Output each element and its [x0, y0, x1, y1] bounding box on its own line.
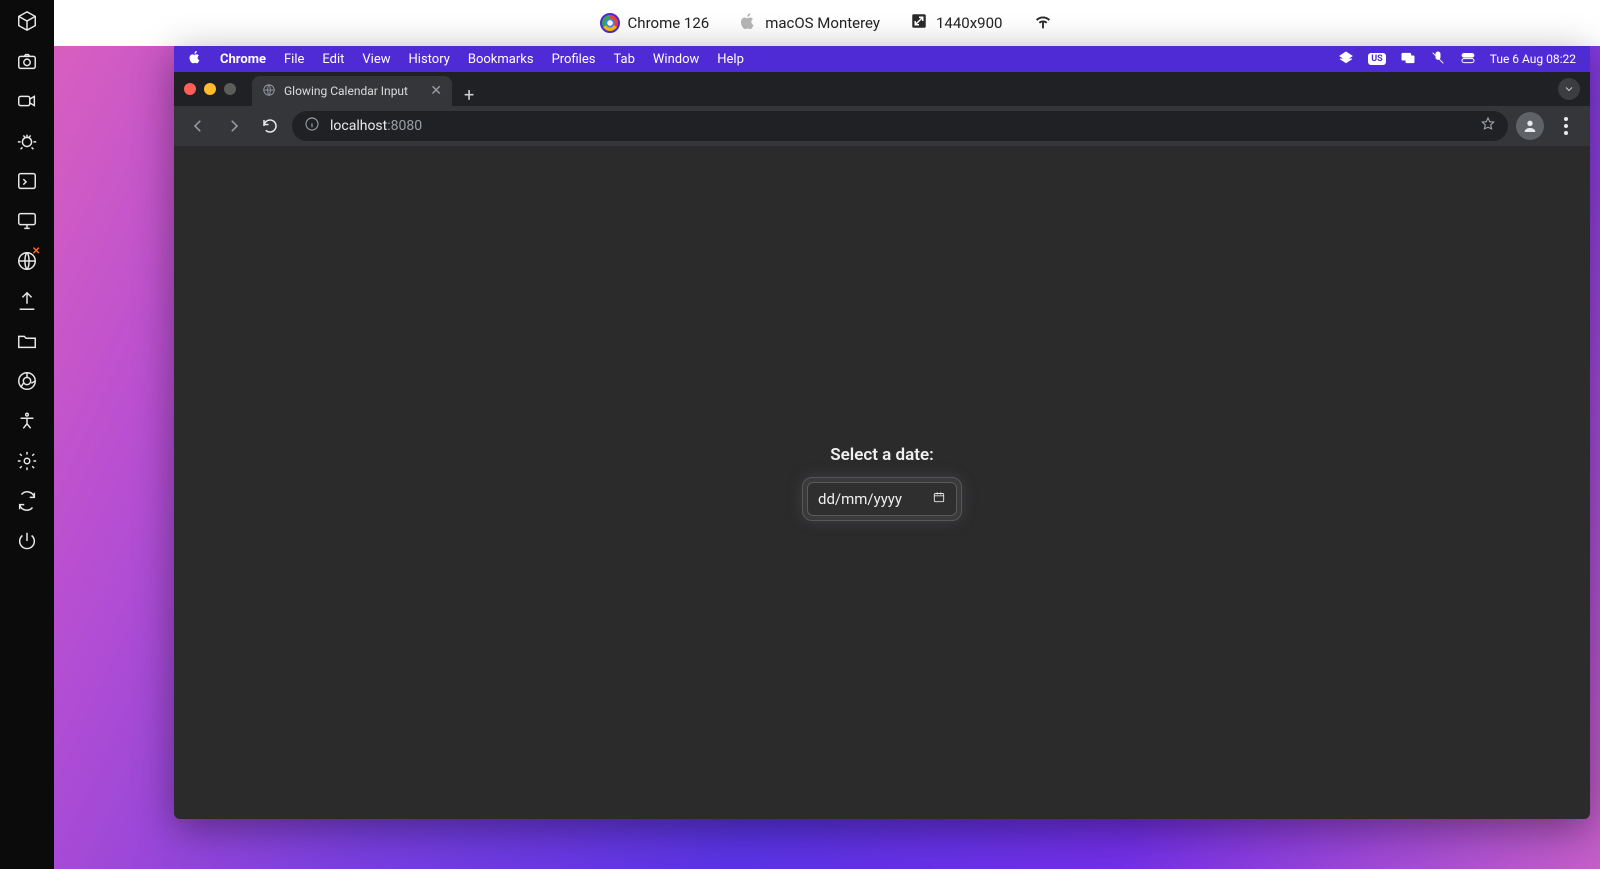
menu-help[interactable]: Help — [717, 52, 744, 67]
bookmark-star-icon[interactable] — [1480, 116, 1496, 136]
menu-file[interactable]: File — [284, 52, 304, 67]
accessibility-icon[interactable] — [16, 410, 38, 432]
menubar-control-center-icon[interactable] — [1460, 50, 1476, 69]
new-tab-button[interactable]: + — [452, 85, 486, 106]
apple-menu-icon[interactable] — [188, 50, 202, 68]
chrome-logo-icon — [600, 13, 620, 33]
upload-icon[interactable] — [16, 290, 38, 312]
zoom-window-button[interactable] — [224, 83, 236, 95]
chrome-menu-button[interactable] — [1552, 112, 1580, 140]
calendar-icon[interactable] — [932, 490, 946, 508]
os-label: macOS Monterey — [765, 14, 880, 32]
cube-icon[interactable] — [16, 10, 38, 32]
site-info-icon[interactable] — [304, 116, 320, 136]
url-text: localhost:8080 — [330, 118, 422, 134]
menu-tab[interactable]: Tab — [613, 52, 634, 67]
browser-info: Chrome 126 — [600, 13, 710, 33]
power-icon[interactable] — [16, 530, 38, 552]
menu-history[interactable]: History — [409, 52, 450, 67]
video-icon[interactable] — [16, 90, 38, 112]
menu-view[interactable]: View — [362, 52, 390, 67]
environment-info-bar: Chrome 126 macOS Monterey 1440x900 — [54, 0, 1600, 46]
os-info: macOS Monterey — [739, 12, 880, 34]
forward-button[interactable] — [220, 112, 248, 140]
dimensions-icon — [910, 12, 928, 34]
apple-grey-icon — [739, 12, 757, 34]
sync-icon[interactable] — [16, 490, 38, 512]
menubar-cast-icon[interactable] — [1338, 50, 1354, 69]
menubar-screens-icon[interactable] — [1400, 50, 1416, 69]
back-button[interactable] — [184, 112, 212, 140]
menubar-mic-icon[interactable] — [1430, 50, 1446, 69]
camera-icon[interactable] — [16, 50, 38, 72]
menu-edit[interactable]: Edit — [322, 52, 344, 67]
date-input-wrapper: dd/mm/yyyy — [802, 477, 962, 521]
menu-profiles[interactable]: Profiles — [552, 52, 596, 67]
gear-icon[interactable] — [16, 450, 38, 472]
chrome-outline-icon[interactable] — [16, 370, 38, 392]
date-label: Select a date: — [830, 445, 933, 465]
left-tool-strip: ✕ — [0, 0, 54, 869]
menubar-clock[interactable]: Tue 6 Aug 08:22 — [1490, 52, 1576, 66]
date-input[interactable]: dd/mm/yyyy — [807, 482, 957, 516]
date-placeholder: dd/mm/yyyy — [818, 490, 902, 508]
menu-window[interactable]: Window — [653, 52, 699, 67]
menu-app-name[interactable]: Chrome — [220, 52, 266, 67]
browser-label: Chrome 126 — [628, 14, 710, 32]
browser-tab[interactable]: Glowing Calendar Input ✕ — [252, 76, 452, 106]
page-viewport: Select a date: dd/mm/yyyy — [174, 146, 1590, 819]
input-source-indicator[interactable]: US — [1368, 53, 1385, 65]
resolution-label: 1440x900 — [936, 14, 1002, 32]
browser-toolbar: localhost:8080 — [174, 106, 1590, 146]
tab-favicon-icon — [262, 83, 276, 100]
broadcast-icon — [1032, 10, 1054, 36]
tab-close-icon[interactable]: ✕ — [430, 83, 442, 99]
close-window-button[interactable] — [184, 83, 196, 95]
browser-tab-strip: Glowing Calendar Input ✕ + — [174, 72, 1590, 106]
offline-globe-icon[interactable]: ✕ — [16, 250, 38, 272]
resolution-info: 1440x900 — [910, 12, 1002, 34]
bug-icon[interactable] — [16, 130, 38, 152]
menu-bookmarks[interactable]: Bookmarks — [468, 52, 534, 67]
address-bar[interactable]: localhost:8080 — [292, 111, 1508, 141]
network-info — [1032, 10, 1054, 36]
window-controls — [184, 72, 252, 106]
minimize-window-button[interactable] — [204, 83, 216, 95]
tab-overflow-button[interactable] — [1558, 78, 1580, 100]
folder-icon[interactable] — [16, 330, 38, 352]
x-badge-icon: ✕ — [32, 246, 42, 256]
profile-button[interactable] — [1516, 112, 1544, 140]
browser-window: Chrome File Edit View History Bookmarks … — [174, 46, 1590, 819]
stage: Chrome 126 macOS Monterey 1440x900 Chrom… — [54, 0, 1600, 869]
terminal-icon[interactable] — [16, 170, 38, 192]
tab-title: Glowing Calendar Input — [284, 84, 408, 98]
macos-desktop: Chrome File Edit View History Bookmarks … — [54, 46, 1600, 869]
monitor-icon[interactable] — [16, 210, 38, 232]
menu-bar-right: US Tue 6 Aug 08:22 — [1338, 50, 1576, 69]
reload-button[interactable] — [256, 112, 284, 140]
macos-menu-bar: Chrome File Edit View History Bookmarks … — [174, 46, 1590, 72]
